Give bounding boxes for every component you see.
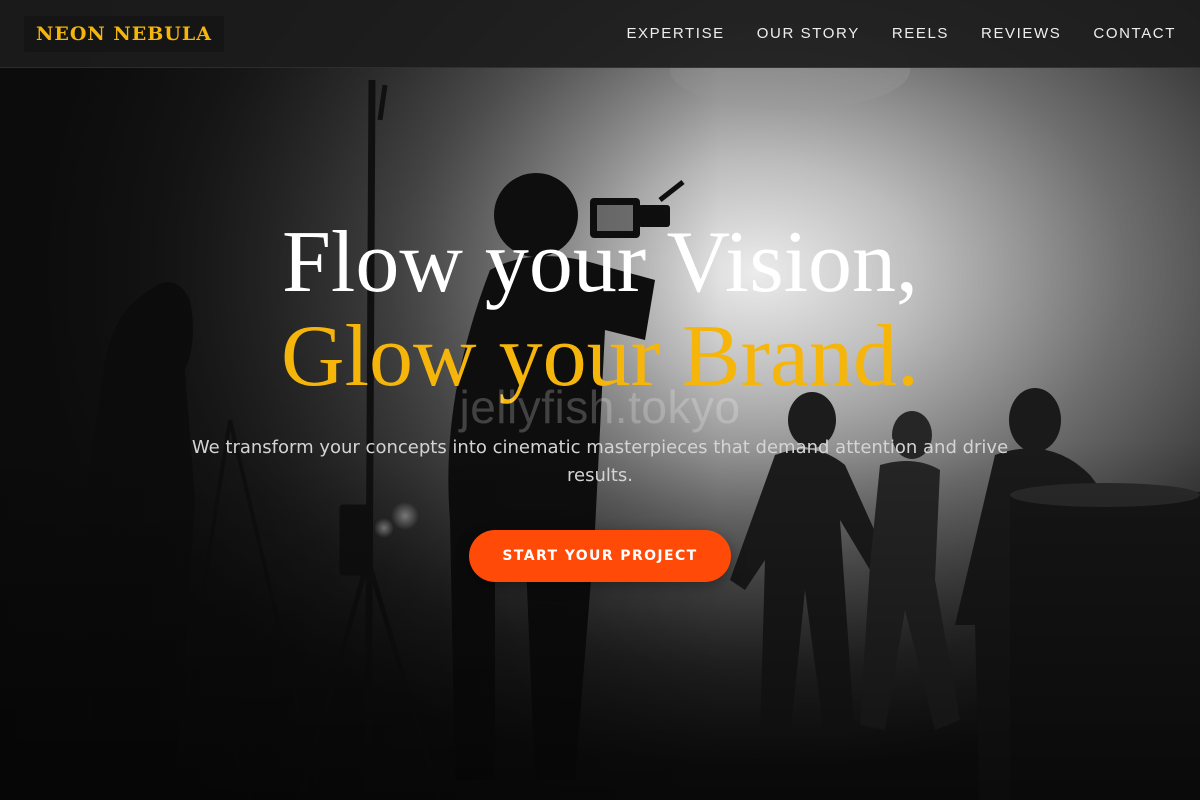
nav-item-expertise[interactable]: EXPERTISE bbox=[626, 25, 724, 42]
top-navbar: NEON NEBULA EXPERTISE OUR STORY REELS RE… bbox=[0, 0, 1200, 68]
hero-title: Flow your Vision, Glow your Brand. bbox=[0, 216, 1200, 404]
hero-subtitle: We transform your concepts into cinemati… bbox=[191, 437, 1009, 486]
page: NEON NEBULA EXPERTISE OUR STORY REELS RE… bbox=[0, 0, 1200, 800]
hero-section: Flow your Vision, Glow your Brand. jelly… bbox=[0, 68, 1200, 800]
brand-logo[interactable]: NEON NEBULA bbox=[24, 15, 224, 52]
nav-links: EXPERTISE OUR STORY REELS REVIEWS CONTAC… bbox=[626, 25, 1176, 42]
start-project-button[interactable]: START YOUR PROJECT bbox=[469, 530, 731, 582]
nav-item-reviews[interactable]: REVIEWS bbox=[981, 25, 1061, 42]
nav-item-our-story[interactable]: OUR STORY bbox=[757, 25, 860, 42]
image-watermark: jellyfish.tokyo bbox=[459, 381, 741, 433]
hero-title-line-1: Flow your Vision, bbox=[281, 214, 919, 311]
nav-item-reels[interactable]: REELS bbox=[892, 25, 949, 42]
nav-item-contact[interactable]: CONTACT bbox=[1093, 25, 1176, 42]
